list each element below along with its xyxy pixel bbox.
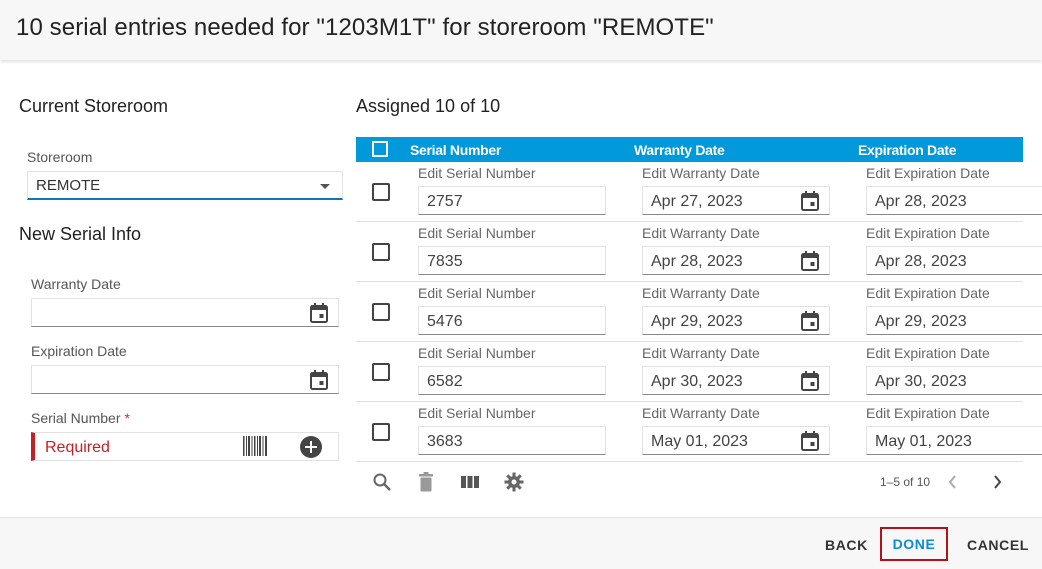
- serial-number-label: Serial Number *: [31, 410, 130, 426]
- dialog-footer: BACK DONE CANCEL: [0, 517, 1042, 569]
- back-button[interactable]: BACK: [825, 537, 868, 553]
- columns-icon[interactable]: [460, 472, 480, 492]
- storeroom-label: Storeroom: [27, 149, 93, 165]
- serial-number-value: 7835: [427, 253, 463, 270]
- expiration-date-cell-input[interactable]: Apr 28, 2023: [866, 246, 1042, 275]
- calendar-icon[interactable]: [310, 303, 328, 323]
- chevron-right-icon[interactable]: [989, 473, 1005, 491]
- serial-number-cell-input[interactable]: 7835: [418, 246, 606, 275]
- expiration-date-input[interactable]: [31, 365, 339, 394]
- table-row: Edit Serial Number 5476 Edit Warranty Date…: [356, 282, 1042, 342]
- column-header-expiration-date[interactable]: Expiration Date: [858, 142, 957, 158]
- expiration-date-value: May 01, 2023: [875, 433, 972, 450]
- warranty-date-value: Apr 29, 2023: [651, 313, 743, 330]
- done-button[interactable]: DONE: [880, 527, 948, 561]
- select-all-checkbox[interactable]: [372, 141, 388, 157]
- table-row: Edit Serial Number 2757 Edit Warranty Date…: [356, 162, 1042, 222]
- gear-icon[interactable]: [504, 472, 524, 492]
- serial-number-cell-input[interactable]: 2757: [418, 186, 606, 215]
- warranty-date-cell-input[interactable]: Apr 27, 2023: [642, 186, 830, 215]
- add-circle-icon[interactable]: [299, 435, 323, 459]
- current-storeroom-title: Current Storeroom: [19, 96, 169, 116]
- calendar-icon[interactable]: [801, 191, 819, 211]
- trash-icon[interactable]: [416, 472, 436, 492]
- row-checkbox[interactable]: [372, 303, 390, 321]
- edit-warranty-date-label: Edit Warranty Date: [642, 345, 760, 361]
- calendar-icon[interactable]: [801, 311, 819, 331]
- expiration-date-cell-input[interactable]: Apr 28, 2023: [866, 186, 1042, 215]
- edit-serial-number-label: Edit Serial Number: [418, 345, 536, 361]
- chevron-down-icon: [320, 184, 330, 189]
- new-serial-info-title: New Serial Info: [19, 224, 142, 244]
- dialog-title: 10 serial entries needed for "1203M1T" f…: [16, 14, 714, 41]
- edit-warranty-date-label: Edit Warranty Date: [642, 165, 760, 181]
- table-row: Edit Serial Number 6582 Edit Warranty Date…: [356, 342, 1042, 402]
- warranty-date-cell-input[interactable]: May 01, 2023: [642, 426, 830, 455]
- expiration-date-value: Apr 29, 2023: [875, 313, 967, 330]
- grid-header: Serial Number Warranty Date Expiration D…: [356, 137, 1023, 162]
- serial-number-placeholder: Required: [45, 439, 110, 456]
- expiration-date-cell-input[interactable]: Apr 29, 2023: [866, 306, 1042, 335]
- serial-number-cell-input[interactable]: 6582: [418, 366, 606, 395]
- warranty-date-cell-input[interactable]: Apr 29, 2023: [642, 306, 830, 335]
- calendar-icon[interactable]: [801, 431, 819, 451]
- column-header-warranty-date[interactable]: Warranty Date: [634, 142, 725, 158]
- warranty-date-value: Apr 27, 2023: [651, 193, 743, 210]
- serial-number-value: 2757: [427, 193, 463, 210]
- warranty-date-label: Warranty Date: [31, 276, 121, 292]
- warranty-date-cell-input[interactable]: Apr 30, 2023: [642, 366, 830, 395]
- edit-expiration-date-label: Edit Expiration Date: [866, 225, 990, 241]
- table-row: Edit Serial Number 7835 Edit Warranty Date…: [356, 222, 1042, 282]
- expiration-date-value: Apr 28, 2023: [875, 253, 967, 270]
- expiration-date-label: Expiration Date: [31, 343, 127, 359]
- edit-warranty-date-label: Edit Warranty Date: [642, 225, 760, 241]
- calendar-icon[interactable]: [801, 251, 819, 271]
- column-header-serial-number[interactable]: Serial Number: [410, 142, 501, 158]
- edit-warranty-date-label: Edit Warranty Date: [642, 405, 760, 421]
- cancel-button[interactable]: CANCEL: [967, 537, 1029, 553]
- edit-expiration-date-label: Edit Expiration Date: [866, 285, 990, 301]
- row-checkbox[interactable]: [372, 243, 390, 261]
- edit-expiration-date-label: Edit Expiration Date: [866, 165, 990, 181]
- expiration-date-value: Apr 28, 2023: [875, 193, 967, 210]
- warranty-date-cell-input[interactable]: Apr 28, 2023: [642, 246, 830, 275]
- serial-number-input[interactable]: Required: [31, 432, 339, 461]
- table-row: Edit Serial Number 3683 Edit Warranty Date…: [356, 402, 1042, 462]
- edit-expiration-date-label: Edit Expiration Date: [866, 405, 990, 421]
- row-checkbox[interactable]: [372, 183, 390, 201]
- expiration-date-value: Apr 30, 2023: [875, 373, 967, 390]
- pagination-range: 1–5 of 10: [880, 475, 931, 489]
- chevron-left-icon[interactable]: [945, 473, 961, 491]
- storeroom-value: REMOTE: [36, 177, 101, 194]
- barcode-scan-icon[interactable]: [243, 436, 267, 456]
- row-checkbox[interactable]: [372, 423, 390, 441]
- expiration-date-cell-input[interactable]: May 01, 2023: [866, 426, 1042, 455]
- edit-serial-number-label: Edit Serial Number: [418, 405, 536, 421]
- storeroom-select[interactable]: REMOTE: [27, 171, 343, 200]
- calendar-icon[interactable]: [801, 371, 819, 391]
- edit-serial-number-label: Edit Serial Number: [418, 285, 536, 301]
- serial-number-label-text: Serial Number: [31, 410, 121, 426]
- serial-number-value: 5476: [427, 313, 463, 330]
- search-icon[interactable]: [372, 472, 392, 492]
- warranty-date-input[interactable]: [31, 298, 339, 327]
- serial-number-cell-input[interactable]: 3683: [418, 426, 606, 455]
- edit-expiration-date-label: Edit Expiration Date: [866, 345, 990, 361]
- edit-serial-number-label: Edit Serial Number: [418, 225, 536, 241]
- serial-number-value: 6582: [427, 373, 463, 390]
- warranty-date-value: May 01, 2023: [651, 433, 748, 450]
- edit-warranty-date-label: Edit Warranty Date: [642, 285, 760, 301]
- assigned-count-title: Assigned 10 of 10: [356, 96, 501, 116]
- serial-number-cell-input[interactable]: 5476: [418, 306, 606, 335]
- calendar-icon[interactable]: [310, 370, 328, 390]
- warranty-date-value: Apr 28, 2023: [651, 253, 743, 270]
- expiration-date-cell-input[interactable]: Apr 30, 2023: [866, 366, 1042, 395]
- serial-number-value: 3683: [427, 433, 463, 450]
- required-asterisk: *: [124, 410, 130, 426]
- warranty-date-value: Apr 30, 2023: [651, 373, 743, 390]
- dialog-header: 10 serial entries needed for "1203M1T" f…: [0, 0, 1042, 60]
- row-checkbox[interactable]: [372, 363, 390, 381]
- edit-serial-number-label: Edit Serial Number: [418, 165, 536, 181]
